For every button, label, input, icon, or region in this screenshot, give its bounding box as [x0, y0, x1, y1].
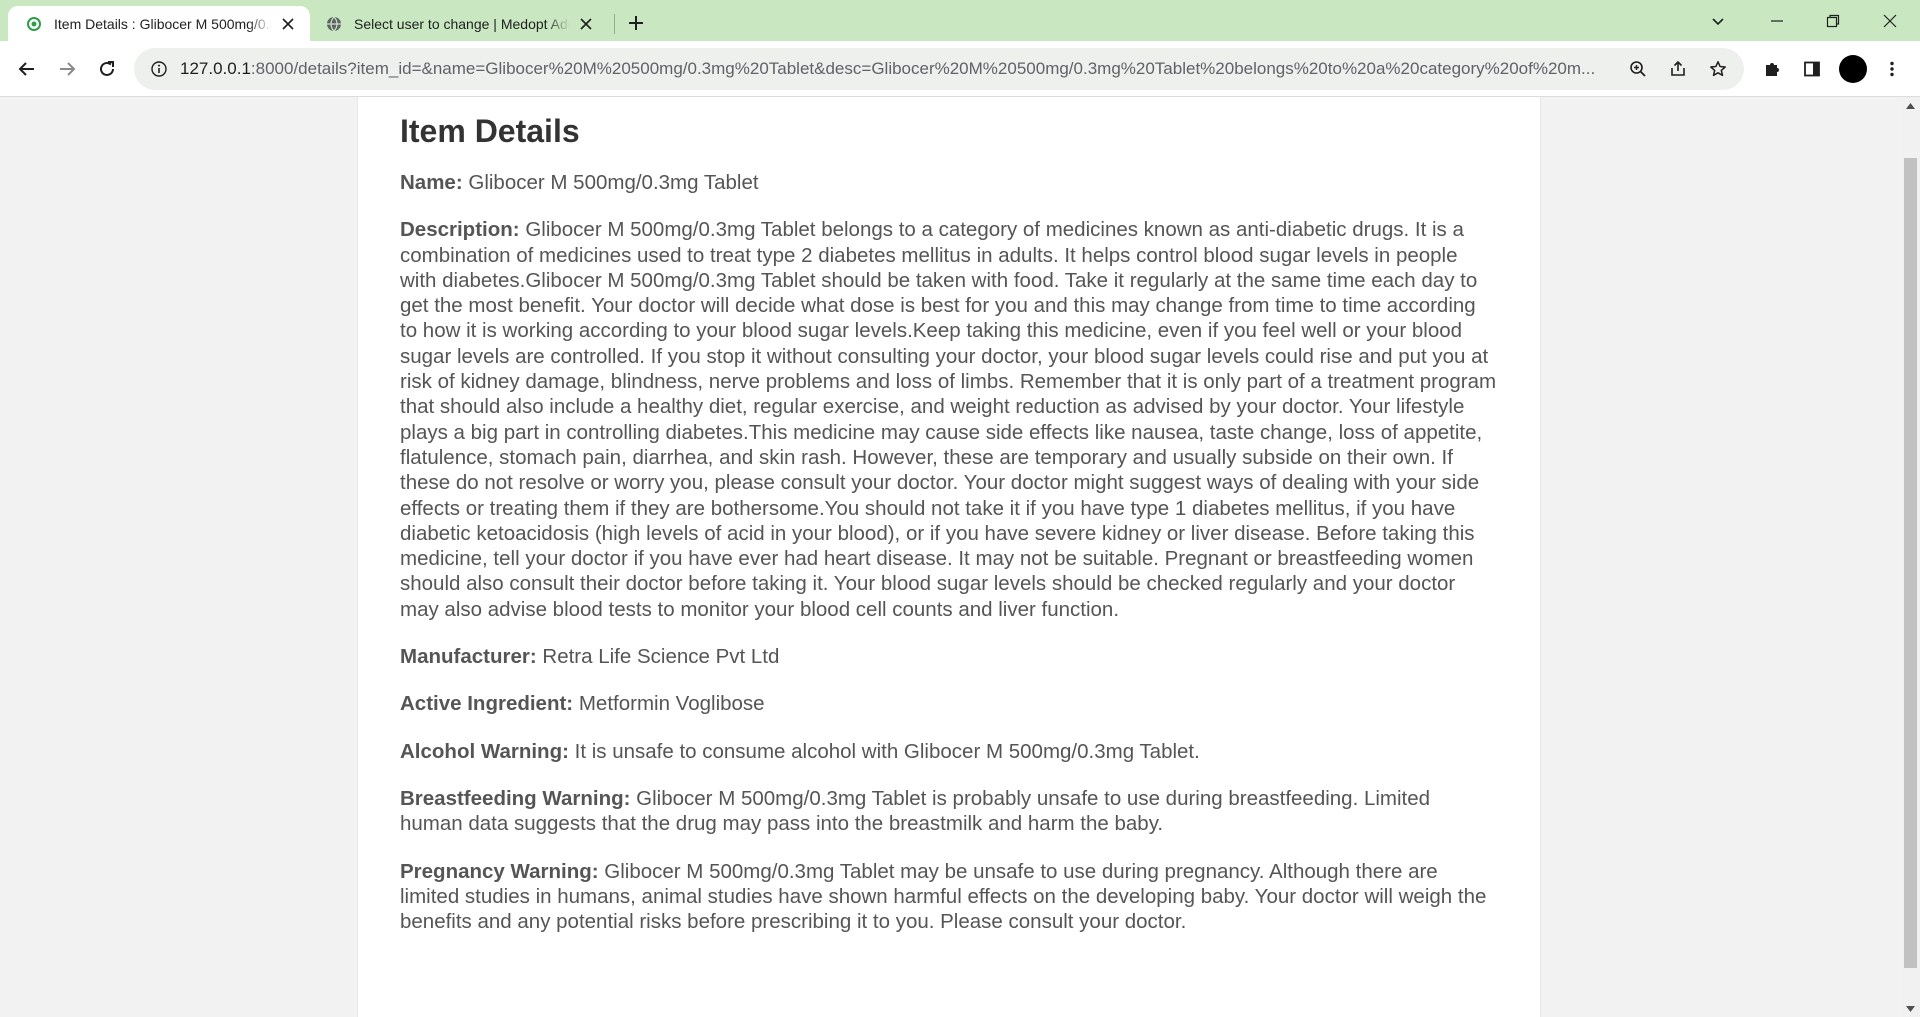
- star-icon[interactable]: [1698, 49, 1738, 89]
- pregnancy-warning-field: Pregnancy Warning: Glibocer M 500mg/0.3m…: [400, 859, 1498, 935]
- close-icon: [1883, 14, 1897, 27]
- tab-title: Item Details : Glibocer M 500mg/0.3mg Ta…: [54, 15, 272, 32]
- plus-icon: [629, 16, 643, 30]
- minimize-button[interactable]: [1749, 0, 1805, 41]
- url-path: :8000/details?item_id=&name=Glibocer%20M…: [250, 59, 1596, 78]
- side-panel-button[interactable]: [1796, 53, 1828, 85]
- field-value: Metformin Voglibose: [578, 692, 765, 716]
- field-label: Manufacturer:: [400, 645, 537, 669]
- manufacturer-field: Manufacturer: Retra Life Science Pvt Ltd: [400, 644, 1498, 669]
- tab-item-details[interactable]: Item Details : Glibocer M 500mg/0.3mg Ta…: [8, 6, 310, 41]
- field-label: Pregnancy Warning:: [400, 859, 599, 883]
- breastfeeding-warning-field: Breastfeeding Warning: Glibocer M 500mg/…: [400, 786, 1498, 837]
- puzzle-icon: [1766, 63, 1779, 76]
- side-panel-icon: [1804, 61, 1820, 77]
- zoom-icon[interactable]: [1618, 49, 1658, 89]
- tab-strip: Item Details : Glibocer M 500mg/0.3mg Ta…: [0, 0, 1920, 41]
- alcohol-warning-field: Alcohol Warning: It is unsafe to consume…: [400, 739, 1498, 764]
- arrow-right-icon: [60, 62, 76, 76]
- close-icon[interactable]: [576, 14, 596, 34]
- tab-search-button[interactable]: [1690, 0, 1746, 41]
- new-tab-button[interactable]: [622, 9, 650, 37]
- page-viewport: Item Details Name: Glibocer M 500mg/0.3m…: [0, 97, 1901, 1017]
- browser-toolbar: 127.0.0.1:8000/details?item_id=&name=Gli…: [0, 41, 1920, 97]
- arrow-left-icon: [18, 62, 34, 76]
- reload-icon: [100, 61, 114, 76]
- field-value: It is unsafe to consume alcohol with Gli…: [574, 739, 1200, 763]
- page-title: Item Details: [400, 113, 580, 149]
- restore-button[interactable]: [1805, 0, 1861, 41]
- close-icon[interactable]: [278, 14, 298, 34]
- scroll-up-arrow-icon[interactable]: [1901, 97, 1920, 114]
- url-host: 127.0.0.1: [180, 59, 251, 78]
- tab-title: Select user to change | Medopt Admin: [354, 15, 570, 32]
- scroll-down-arrow-icon[interactable]: [1901, 1000, 1920, 1017]
- field-value: Glibocer M 500mg/0.3mg Tablet: [468, 171, 759, 194]
- minimize-icon: [1771, 19, 1783, 22]
- chevron-down-icon: [1712, 17, 1724, 25]
- forward-button[interactable]: [51, 53, 83, 85]
- field-value: Glibocer M 500mg/0.3mg Tablet belongs to…: [400, 218, 1497, 621]
- name-field: Name: Glibocer M 500mg/0.3mg Tablet: [400, 170, 1498, 195]
- restore-icon: [1826, 14, 1840, 27]
- avatar[interactable]: [1839, 55, 1867, 83]
- extensions-button[interactable]: [1756, 53, 1788, 85]
- field-label: Breastfeeding Warning:: [400, 786, 631, 810]
- kebab-menu-icon: [1890, 61, 1894, 77]
- item-details-card: Item Details Name: Glibocer M 500mg/0.3m…: [357, 97, 1541, 1017]
- tab-admin[interactable]: Select user to change | Medopt Admin: [318, 6, 608, 41]
- tab-separator: [614, 14, 615, 34]
- field-label: Alcohol Warning:: [400, 739, 569, 763]
- reload-button[interactable]: [91, 53, 123, 85]
- close-window-button[interactable]: [1862, 0, 1918, 41]
- field-label: Description:: [400, 218, 520, 242]
- back-button[interactable]: [11, 53, 43, 85]
- share-icon[interactable]: [1658, 49, 1698, 89]
- description-field: Description: Glibocer M 500mg/0.3mg Tabl…: [400, 217, 1498, 622]
- info-icon[interactable]: [138, 48, 180, 90]
- field-label: Active Ingredient:: [400, 692, 574, 716]
- field-value: Retra Life Science Pvt Ltd: [542, 645, 780, 669]
- globe-icon: [26, 16, 42, 32]
- address-bar[interactable]: 127.0.0.1:8000/details?item_id=&name=Gli…: [134, 48, 1744, 90]
- scrollbar-thumb[interactable]: [1904, 158, 1917, 968]
- field-label: Name:: [400, 171, 463, 194]
- globe-icon: [326, 16, 342, 32]
- active-ingredient-field: Active Ingredient: Metformin Voglibose: [400, 691, 1498, 716]
- vertical-scrollbar[interactable]: [1901, 97, 1920, 1017]
- url-text[interactable]: 127.0.0.1:8000/details?item_id=&name=Gli…: [180, 59, 1618, 79]
- menu-button[interactable]: [1876, 53, 1908, 85]
